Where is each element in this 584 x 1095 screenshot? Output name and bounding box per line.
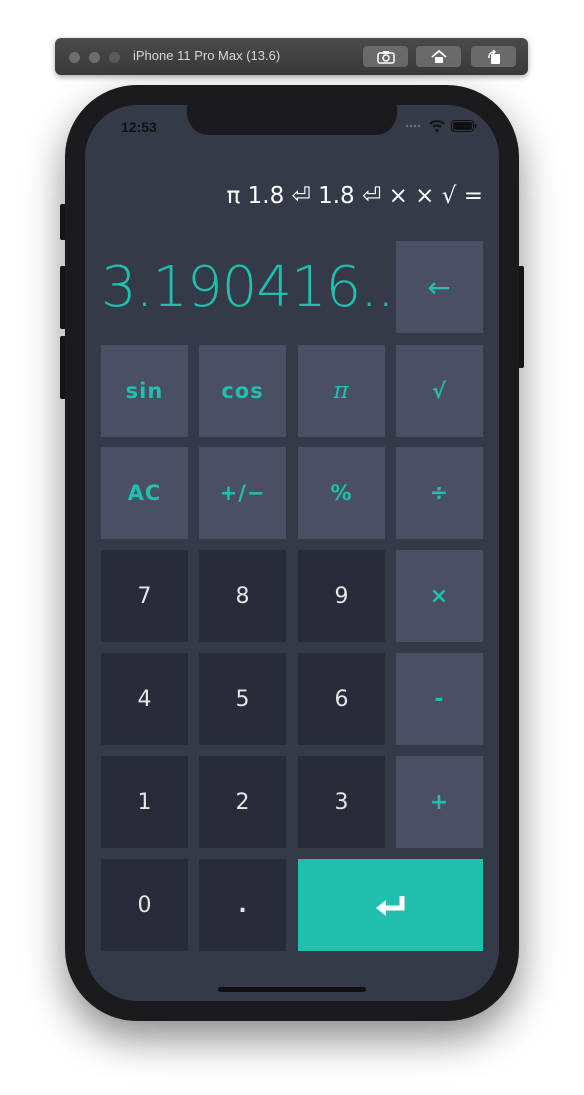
home-icon <box>430 49 447 63</box>
percent-label: % <box>330 481 353 505</box>
digit-7-label: 7 <box>137 583 152 609</box>
digit-8-label: 8 <box>235 583 250 609</box>
minus-button[interactable]: - <box>396 653 483 745</box>
backspace-button[interactable]: ← <box>396 241 483 333</box>
enter-icon <box>375 896 404 916</box>
minus-label: - <box>434 686 445 712</box>
negate-button[interactable]: +/− <box>199 447 286 539</box>
digit-6-label: 6 <box>334 686 349 712</box>
sin-label: sin <box>125 379 164 403</box>
screenshot-button[interactable] <box>363 46 408 67</box>
digit-0-label: 0 <box>137 892 152 918</box>
status-icons <box>405 120 477 132</box>
rotate-button[interactable] <box>471 46 516 67</box>
multiply-button[interactable]: × <box>396 550 483 642</box>
zoom-window-button[interactable] <box>109 52 120 63</box>
digit-9-label: 9 <box>334 583 349 609</box>
decimal-button[interactable]: . <box>199 859 286 951</box>
sqrt-button[interactable]: √ <box>396 345 483 437</box>
digit-9-button[interactable]: 9 <box>298 550 385 642</box>
digit-1-button[interactable]: 1 <box>101 756 188 848</box>
digit-6-button[interactable]: 6 <box>298 653 385 745</box>
minimize-window-button[interactable] <box>89 52 100 63</box>
ac-label: AC <box>127 481 162 505</box>
backspace-label: ← <box>427 270 452 304</box>
decimal-label: . <box>238 892 247 918</box>
rotate-icon <box>487 48 500 64</box>
digit-3-label: 3 <box>334 789 349 815</box>
plus-button[interactable]: + <box>396 756 483 848</box>
notch <box>187 105 397 135</box>
pi-button[interactable]: π <box>298 345 385 437</box>
result-display: 3.190416... <box>101 255 391 320</box>
cos-label: cos <box>221 379 264 403</box>
enter-button[interactable] <box>298 859 483 951</box>
digit-5-label: 5 <box>235 686 250 712</box>
calculation-history: π 1.8 ⏎ 1.8 ⏎ × × √ = <box>226 183 483 209</box>
signal-dots <box>405 124 421 128</box>
digit-4-button[interactable]: 4 <box>101 653 188 745</box>
percent-button[interactable]: % <box>298 447 385 539</box>
simulator-toolbar: iPhone 11 Pro Max (13.6) <box>55 38 528 75</box>
digit-2-label: 2 <box>235 789 250 815</box>
negate-label: +/− <box>219 481 266 505</box>
pi-label: π <box>333 378 350 404</box>
digit-8-button[interactable]: 8 <box>199 550 286 642</box>
digit-0-button[interactable]: 0 <box>101 859 188 951</box>
wifi-icon <box>429 120 445 132</box>
multiply-label: × <box>429 583 450 609</box>
digit-7-button[interactable]: 7 <box>101 550 188 642</box>
screenshot-icon <box>376 50 395 64</box>
digit-5-button[interactable]: 5 <box>199 653 286 745</box>
digit-4-label: 4 <box>137 686 152 712</box>
divide-button[interactable]: ÷ <box>396 447 483 539</box>
cos-button[interactable]: cos <box>199 345 286 437</box>
home-indicator <box>218 987 366 992</box>
digit-2-button[interactable]: 2 <box>199 756 286 848</box>
all-clear-button[interactable]: AC <box>101 447 188 539</box>
status-time: 12:53 <box>121 119 157 135</box>
sqrt-label: √ <box>431 379 447 403</box>
digit-1-label: 1 <box>137 789 152 815</box>
battery-icon <box>451 120 477 132</box>
digit-3-button[interactable]: 3 <box>298 756 385 848</box>
simulator-title: iPhone 11 Pro Max (13.6) <box>133 48 281 63</box>
divide-label: ÷ <box>429 480 450 506</box>
phone-screen: 12:53 π 1.8 ⏎ 1.8 ⏎ × × √ = 3.190416... … <box>85 105 499 1001</box>
sin-button[interactable]: sin <box>101 345 188 437</box>
plus-label: + <box>429 789 450 815</box>
close-window-button[interactable] <box>69 52 80 63</box>
home-button[interactable] <box>416 46 461 67</box>
